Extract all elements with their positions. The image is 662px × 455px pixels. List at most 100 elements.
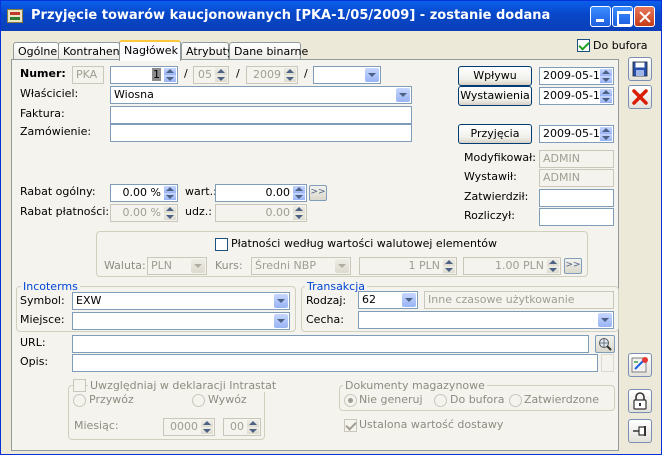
rabat-udz-spin xyxy=(293,206,305,220)
rodzaj-select[interactable]: 62 xyxy=(358,291,418,309)
numer-month-spin xyxy=(215,68,227,82)
wplywu-button[interactable]: Wpływu xyxy=(458,66,532,86)
url-label: URL: xyxy=(20,336,46,349)
intrastat-checkbox xyxy=(73,379,86,392)
rabat-wart-value: 0.00 xyxy=(265,186,291,199)
miesiac-month-spin xyxy=(247,420,259,434)
faktura-label: Faktura: xyxy=(20,107,65,120)
przyjecia-date-value: 2009-05-15 xyxy=(543,127,607,140)
close-icon xyxy=(632,89,648,105)
chevron-down-icon[interactable] xyxy=(274,314,288,328)
przyjecia-date-field[interactable]: 2009-05-15 xyxy=(539,125,614,143)
waluta-select: PLN xyxy=(147,257,207,275)
miesiac-label: Miesiąc: xyxy=(74,419,119,432)
cancel-button[interactable] xyxy=(628,85,652,109)
tab-kontrahent[interactable]: Kontrahent xyxy=(58,42,124,60)
chevron-down-icon[interactable] xyxy=(365,68,379,82)
chevron-down-icon[interactable] xyxy=(396,88,410,102)
rozliczyl-label: Rozliczył: xyxy=(464,209,515,222)
cecha-select[interactable] xyxy=(358,311,614,329)
wlasciciel-value: Wiosna xyxy=(114,88,154,101)
platnosci-walutowe-label: Płatności według wartości walutowej elem… xyxy=(231,237,498,250)
close-window-button[interactable] xyxy=(634,6,655,27)
document-app-icon xyxy=(7,9,23,23)
rabat-more-button[interactable]: >> xyxy=(309,185,327,201)
lock-button[interactable] xyxy=(628,389,652,413)
wywoz-label: Wywóz xyxy=(208,393,247,406)
minimize-button[interactable] xyxy=(590,6,611,27)
attributes-button[interactable] xyxy=(628,353,652,377)
numer-number-field[interactable]: 1 xyxy=(110,66,178,84)
przyjecia-date-spin[interactable] xyxy=(600,127,612,141)
zatwierdzone-label: Zatwierdzone xyxy=(524,393,599,406)
title-bar[interactable]: Przyjęcie towarów kaucjonowanych [PKA-1/… xyxy=(1,1,661,31)
url-field[interactable] xyxy=(72,335,589,353)
kurs-rate-value: 1.00 PLN xyxy=(495,259,544,272)
do-bufora-label: Do bufora xyxy=(593,39,648,52)
tab-ogolne[interactable]: Ogólne xyxy=(13,42,59,60)
rabat-wart-field[interactable]: 0.00 xyxy=(215,184,307,202)
przyjecia-button[interactable]: Przyjęcia xyxy=(458,124,532,144)
pin-button[interactable] xyxy=(628,419,652,443)
tab-naglowek[interactable]: Nagłówek xyxy=(119,40,181,61)
chevron-down-icon[interactable] xyxy=(402,293,416,307)
opis-scrollbar[interactable] xyxy=(601,354,614,372)
do-bufora-checkbox[interactable] xyxy=(577,39,590,52)
modyfikowal-field: ADMIN xyxy=(539,150,614,168)
rabat-ogolny-spin[interactable] xyxy=(164,186,176,200)
lock-icon xyxy=(633,392,647,410)
cecha-label: Cecha: xyxy=(306,313,344,326)
miesiac-year-spin xyxy=(201,420,213,434)
tab-atrybuty[interactable]: Atrybuty xyxy=(181,42,233,60)
przywoz-radio xyxy=(73,394,86,407)
waluta-label: Waluta: xyxy=(104,259,146,272)
numer-year-value: 2009 xyxy=(253,68,281,81)
miejsce-select[interactable] xyxy=(72,312,290,330)
open-url-globe-icon[interactable] xyxy=(595,335,615,353)
kurs-more-button: >> xyxy=(564,258,582,274)
nie-generuj-radio xyxy=(344,394,357,407)
tab-dane-binarne[interactable]: Dane binarne xyxy=(229,42,308,60)
wystawienia-date-field[interactable]: 2009-05-15 xyxy=(539,87,614,105)
wystawienia-button[interactable]: Wystawienia xyxy=(458,86,532,106)
przywoz-label: Przywóz xyxy=(89,393,134,406)
rabat-udz-field: 0.00 xyxy=(215,204,307,222)
numer-separator: / xyxy=(236,67,240,80)
wplywu-date-field[interactable]: 2009-05-15 xyxy=(539,67,614,85)
chevron-down-icon[interactable] xyxy=(598,313,612,327)
maximize-button[interactable] xyxy=(612,6,633,27)
wizard-icon xyxy=(631,357,648,373)
platnosci-walutowe-checkbox[interactable] xyxy=(215,238,228,251)
pin-icon xyxy=(633,426,646,436)
kurs-amount-value: 1 PLN xyxy=(408,259,441,272)
rozliczyl-field xyxy=(539,208,614,226)
faktura-field[interactable] xyxy=(110,106,412,124)
chevron-down-icon xyxy=(191,259,205,273)
rabat-ogolny-field[interactable]: 0.00 % xyxy=(110,184,178,202)
zamowienie-field[interactable] xyxy=(110,124,412,142)
numer-series-select[interactable] xyxy=(313,66,381,84)
rodzaj-label: Rodzaj: xyxy=(306,294,347,307)
tab-label: Ogólne xyxy=(18,45,58,58)
waluta-value: PLN xyxy=(151,259,172,272)
save-icon xyxy=(632,61,648,77)
tab-label: Atrybuty xyxy=(186,45,234,58)
symbol-label: Symbol: xyxy=(20,294,65,307)
udz-label: udz.: xyxy=(185,205,212,218)
wystawienia-date-spin[interactable] xyxy=(600,89,612,103)
zatwierdzil-label: Zatwierdził: xyxy=(464,190,529,203)
numer-number-spin[interactable] xyxy=(164,68,176,82)
wart-label: wart.: xyxy=(185,185,217,198)
opis-field[interactable] xyxy=(72,354,598,372)
chevron-down-icon[interactable] xyxy=(274,294,288,308)
tab-label: Dane binarne xyxy=(234,45,309,58)
kurs-select: Średni NBP xyxy=(251,257,351,275)
zatwierdzil-field xyxy=(539,189,614,207)
wystawil-field: ADMIN xyxy=(539,169,614,187)
wlasciciel-select[interactable]: Wiosna xyxy=(110,86,412,104)
symbol-select[interactable]: EXW xyxy=(72,292,290,310)
tab-label: Nagłówek xyxy=(124,44,178,57)
wplywu-date-spin[interactable] xyxy=(600,69,612,83)
rabat-wart-spin[interactable] xyxy=(293,186,305,200)
save-button[interactable] xyxy=(628,57,652,81)
